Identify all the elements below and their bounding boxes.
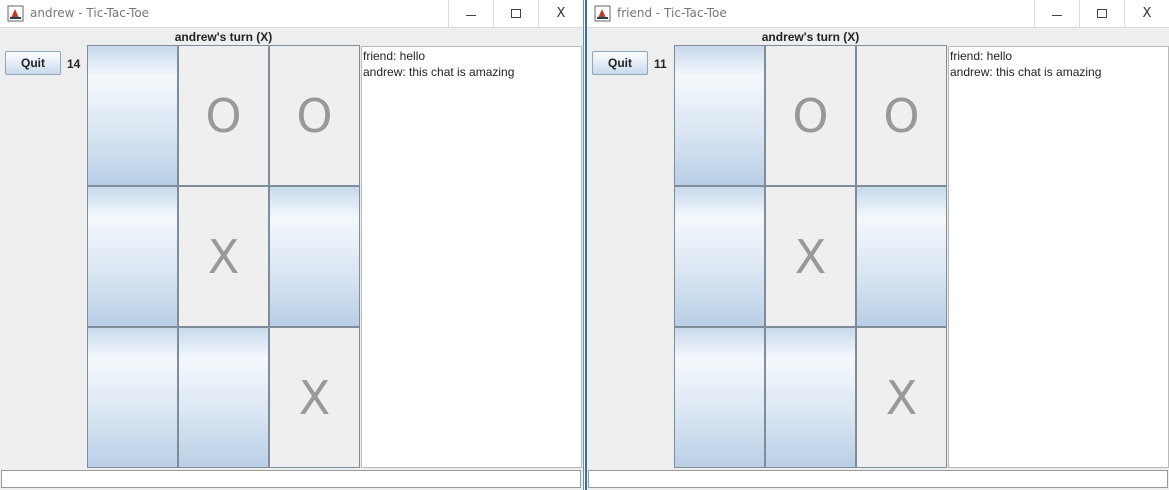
board-cell-1-2[interactable] <box>269 186 360 327</box>
chat-message: friend: hello <box>950 49 1013 63</box>
window-title: andrew - Tic-Tac-Toe <box>30 6 150 20</box>
close-button[interactable]: X <box>1124 0 1169 27</box>
chat-log: friend: hello andrew: this chat is amazin… <box>948 46 1169 468</box>
close-icon: X <box>1142 6 1152 21</box>
quit-button[interactable]: Quit <box>5 51 61 75</box>
turn-status: andrew's turn (X) <box>174 30 273 44</box>
board-cell-1-0[interactable] <box>87 186 178 327</box>
close-button[interactable]: X <box>538 0 583 27</box>
chat-message: andrew: this chat is amazing <box>950 65 1102 79</box>
board-cell-1-1[interactable]: X <box>765 186 856 327</box>
window-titlebar[interactable]: friend - Tic-Tac-Toe X <box>587 0 1169 28</box>
chat-input[interactable] <box>1 470 581 488</box>
java-app-icon <box>594 5 611 22</box>
minimize-button[interactable] <box>448 0 493 27</box>
board-cell-0-0[interactable] <box>674 45 765 186</box>
close-icon: X <box>556 6 566 21</box>
maximize-icon <box>511 9 521 18</box>
board-cell-0-2[interactable]: O <box>269 45 360 186</box>
board-cell-2-2[interactable]: X <box>856 327 947 468</box>
java-app-icon <box>7 5 24 22</box>
window-title: friend - Tic-Tac-Toe <box>617 6 727 20</box>
board-cell-1-2[interactable] <box>856 186 947 327</box>
board-cell-0-1[interactable]: O <box>765 45 856 186</box>
board-cell-0-0[interactable] <box>87 45 178 186</box>
board-cell-2-0[interactable] <box>674 327 765 468</box>
maximize-button[interactable] <box>1079 0 1124 27</box>
board-cell-2-1[interactable] <box>765 327 856 468</box>
quit-button[interactable]: Quit <box>592 51 648 75</box>
minimize-icon <box>466 15 476 16</box>
game-window-andrew: andrew - Tic-Tac-Toe X Quit 14 andrew's … <box>0 0 584 490</box>
maximize-icon <box>1097 9 1107 18</box>
move-counter: 14 <box>67 57 81 71</box>
board-cell-2-2[interactable]: X <box>269 327 360 468</box>
chat-log: friend: hello andrew: this chat is amazin… <box>361 46 582 468</box>
chat-message: friend: hello <box>363 49 426 63</box>
board-cell-0-2[interactable]: O <box>856 45 947 186</box>
minimize-icon <box>1052 15 1062 16</box>
turn-status: andrew's turn (X) <box>761 30 860 44</box>
game-board: OOXX <box>87 45 360 469</box>
maximize-button[interactable] <box>493 0 538 27</box>
board-cell-1-1[interactable]: X <box>178 186 269 327</box>
board-cell-2-1[interactable] <box>178 327 269 468</box>
board-cell-0-1[interactable]: O <box>178 45 269 186</box>
board-cell-2-0[interactable] <box>87 327 178 468</box>
game-board: OOXX <box>674 45 947 469</box>
chat-input[interactable] <box>588 470 1168 488</box>
board-cell-1-0[interactable] <box>674 186 765 327</box>
chat-message: andrew: this chat is amazing <box>363 65 515 79</box>
move-counter: 11 <box>654 57 667 71</box>
game-window-friend: friend - Tic-Tac-Toe X Quit 11 andrew's … <box>585 0 1169 490</box>
minimize-button[interactable] <box>1034 0 1079 27</box>
window-titlebar[interactable]: andrew - Tic-Tac-Toe X <box>0 0 583 28</box>
